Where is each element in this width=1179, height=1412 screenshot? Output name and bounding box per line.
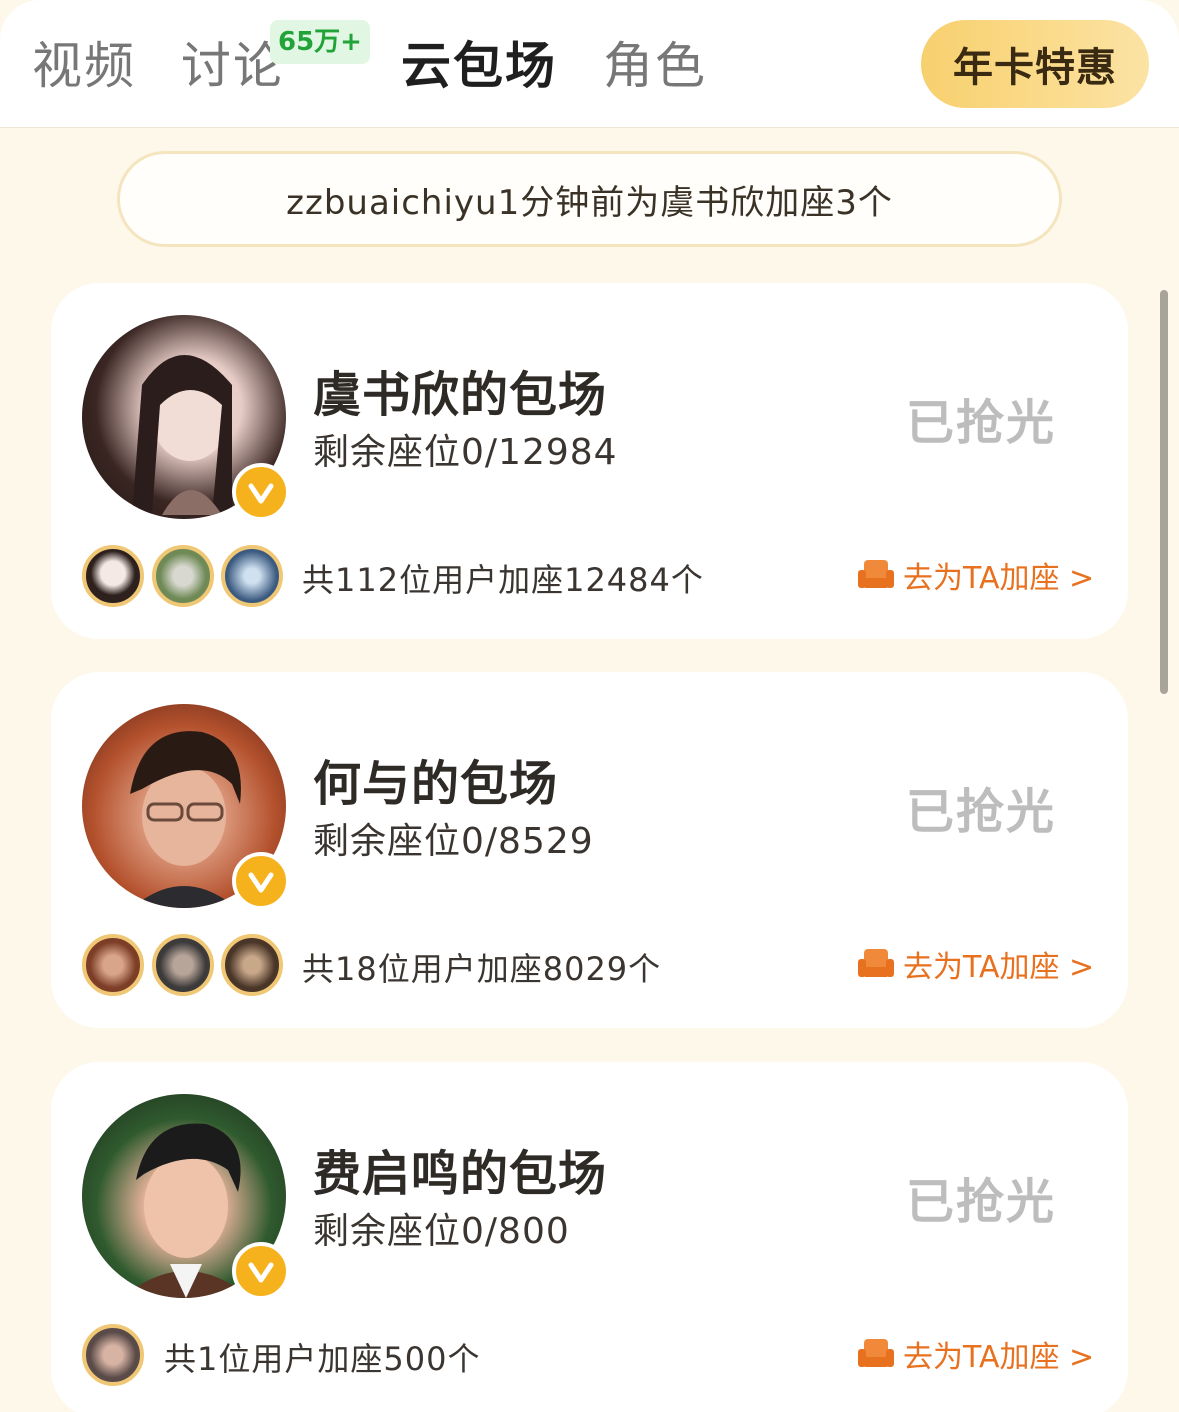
supporter-avatar	[221, 545, 283, 607]
remaining-seats: 剩余座位0/800	[313, 1211, 570, 1252]
seat-icon	[858, 1339, 894, 1367]
add-seat-link[interactable]: 去为TA加座 >	[857, 942, 1094, 986]
supporter-avatar	[82, 1324, 144, 1386]
remaining-seats: 剩余座位0/8529	[313, 821, 594, 862]
screening-card[interactable]: 何与的包场 剩余座位0/8529 已抢光 共18位用户加座8029个 去为TA加…	[51, 672, 1128, 1028]
seat-notice-banner: zzbuaichiyu1分钟前为虞书欣加座3个	[117, 151, 1062, 247]
screening-card[interactable]: 费启鸣的包场 剩余座位0/800 已抢光 共1位用户加座500个 去为TA加座 …	[51, 1062, 1128, 1412]
tab-cloud-screening[interactable]: 云包场	[401, 34, 557, 98]
verified-icon	[232, 852, 290, 910]
supporter-avatar	[82, 934, 144, 996]
avatar[interactable]	[82, 315, 290, 521]
supporter-summary: 共1位用户加座500个	[164, 1340, 481, 1378]
remaining-seats: 剩余座位0/12984	[313, 432, 618, 473]
sold-out-label: 已抢光	[906, 1174, 1057, 1230]
card-title: 费启鸣的包场	[313, 1146, 608, 1202]
discussion-count-badge: 65万+	[270, 20, 370, 64]
tab-characters[interactable]: 角色	[603, 34, 707, 98]
screening-card[interactable]: 虞书欣的包场 剩余座位0/12984 已抢光 共112位用户加座12484个 去…	[51, 283, 1128, 639]
sold-out-label: 已抢光	[906, 395, 1057, 451]
supporter-avatar	[152, 545, 214, 607]
avatar[interactable]	[82, 1094, 290, 1300]
seat-icon	[858, 560, 894, 588]
add-seat-link[interactable]: 去为TA加座 >	[857, 1332, 1094, 1376]
supporter-avatar	[152, 934, 214, 996]
supporter-avatar	[221, 934, 283, 996]
tab-video[interactable]: 视频	[32, 34, 136, 98]
sold-out-label: 已抢光	[906, 784, 1057, 840]
scrollbar[interactable]	[1160, 290, 1168, 694]
verified-icon	[232, 1242, 290, 1300]
supporter-avatar	[82, 545, 144, 607]
verified-icon	[232, 463, 290, 521]
add-seat-label: 去为TA加座 >	[903, 561, 1095, 596]
add-seat-link[interactable]: 去为TA加座 >	[857, 553, 1094, 597]
supporter-summary: 共18位用户加座8029个	[302, 950, 662, 988]
avatar[interactable]	[82, 704, 290, 910]
annual-card-promo-button[interactable]: 年卡特惠	[921, 20, 1149, 108]
seat-icon	[858, 949, 894, 977]
supporter-summary: 共112位用户加座12484个	[302, 561, 704, 599]
card-title: 虞书欣的包场	[313, 367, 608, 423]
add-seat-label: 去为TA加座 >	[903, 1340, 1095, 1375]
add-seat-label: 去为TA加座 >	[903, 950, 1095, 985]
top-nav: 视频 讨论 65万+ 云包场 角色 年卡特惠	[0, 0, 1179, 128]
card-title: 何与的包场	[313, 756, 559, 812]
